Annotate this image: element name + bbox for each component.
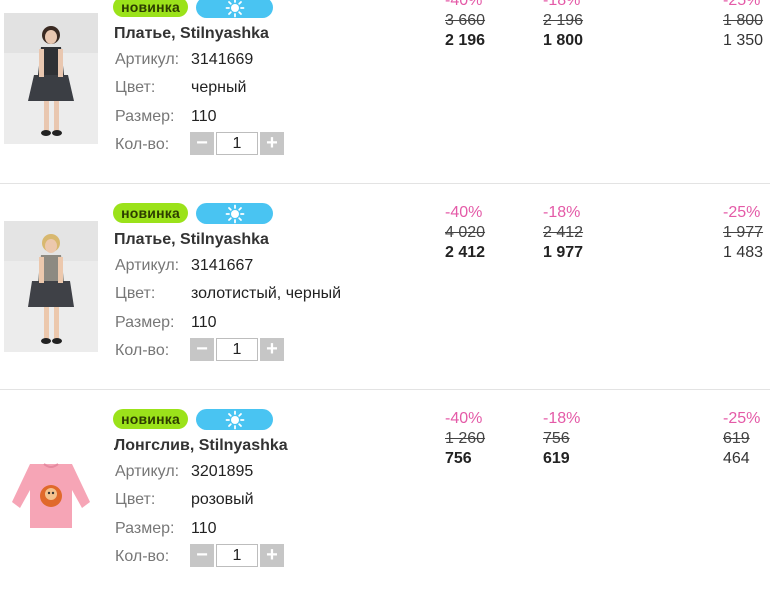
product-title[interactable]: Платье, Stilnyashka — [114, 25, 269, 43]
increase-button[interactable]: + — [260, 543, 284, 567]
quantity-input[interactable]: 1 — [216, 131, 258, 155]
size-label: Размер: — [115, 520, 175, 537]
quantity-label: Кол-во: — [115, 136, 170, 153]
article-value: 3201895 — [191, 463, 254, 480]
product-title[interactable]: Платье, Stilnyashka — [114, 231, 269, 249]
increase-button[interactable]: + — [260, 131, 284, 155]
discount-3: -25% — [723, 0, 761, 9]
quantity-stepper: − 1 + — [190, 131, 284, 155]
old-price-2: 2 412 — [543, 224, 584, 241]
color-value: черный — [191, 79, 247, 96]
old-price-3: 619 — [723, 430, 750, 447]
old-price-2: 2 196 — [543, 12, 584, 29]
quantity-label: Кол-во: — [115, 548, 170, 565]
old-price-1: 3 660 — [445, 12, 486, 29]
new-badge: новинка — [113, 409, 188, 429]
size-value: 110 — [191, 314, 217, 331]
old-price-3: 1 800 — [723, 12, 764, 29]
discount-1: -40% — [445, 204, 483, 221]
article-label: Артикул: — [115, 51, 180, 68]
item-divider — [0, 183, 770, 184]
quantity-input[interactable]: 1 — [216, 337, 258, 361]
new-price-1: 2 196 — [445, 32, 486, 49]
color-value: золотистый, черный — [191, 285, 342, 302]
discount-3: -25% — [723, 204, 761, 221]
product-image[interactable] — [4, 428, 98, 559]
article-value: 3141667 — [191, 257, 254, 274]
new-price-1: 756 — [445, 450, 472, 467]
new-price-3: 464 — [723, 450, 750, 467]
size-value: 110 — [191, 520, 217, 537]
size-value: 110 — [191, 108, 217, 125]
new-price-2: 619 — [543, 450, 570, 467]
quantity-input[interactable]: 1 — [216, 543, 258, 567]
new-price-3: 1 350 — [723, 32, 764, 49]
sun-icon — [225, 0, 244, 17]
quantity-stepper: − 1 + — [190, 543, 284, 567]
product-image[interactable] — [4, 221, 98, 352]
decrease-button[interactable]: − — [190, 337, 214, 361]
color-label: Цвет: — [115, 79, 156, 96]
discount-1: -40% — [445, 0, 483, 9]
cart-item: новинка Лонгслив, Stilnyashka Артикул: 3… — [0, 406, 770, 612]
sun-badge — [196, 409, 273, 430]
new-badge: новинка — [113, 203, 188, 223]
old-price-1: 1 260 — [445, 430, 486, 447]
discount-1: -40% — [445, 410, 483, 427]
discount-2: -18% — [543, 204, 581, 221]
sun-icon — [225, 204, 244, 223]
color-label: Цвет: — [115, 285, 156, 302]
new-price-2: 1 977 — [543, 244, 584, 261]
quantity-label: Кол-во: — [115, 342, 170, 359]
size-label: Размер: — [115, 108, 175, 125]
color-value: розовый — [191, 491, 254, 508]
decrease-button[interactable]: − — [190, 543, 214, 567]
discount-2: -18% — [543, 0, 581, 9]
article-value: 3141669 — [191, 51, 254, 68]
new-price-2: 1 800 — [543, 32, 584, 49]
cart-item: новинка Платье, Stilnyashka Артикул: 314… — [0, 200, 770, 406]
product-image[interactable] — [4, 13, 98, 144]
sun-badge — [196, 0, 273, 18]
sun-badge — [196, 203, 273, 224]
size-label: Размер: — [115, 314, 175, 331]
increase-button[interactable]: + — [260, 337, 284, 361]
new-badge: новинка — [113, 0, 188, 17]
old-price-2: 756 — [543, 430, 570, 447]
article-label: Артикул: — [115, 463, 180, 480]
discount-3: -25% — [723, 410, 761, 427]
old-price-1: 4 020 — [445, 224, 486, 241]
cart-item: новинка Платье, Stilnyashka Артикул: 314… — [0, 0, 770, 200]
item-divider — [0, 389, 770, 390]
new-price-1: 2 412 — [445, 244, 486, 261]
old-price-3: 1 977 — [723, 224, 764, 241]
sun-icon — [225, 410, 244, 429]
new-price-3: 1 483 — [723, 244, 764, 261]
color-label: Цвет: — [115, 491, 156, 508]
quantity-stepper: − 1 + — [190, 337, 284, 361]
product-title[interactable]: Лонгслив, Stilnyashka — [114, 437, 288, 455]
discount-2: -18% — [543, 410, 581, 427]
decrease-button[interactable]: − — [190, 131, 214, 155]
article-label: Артикул: — [115, 257, 180, 274]
